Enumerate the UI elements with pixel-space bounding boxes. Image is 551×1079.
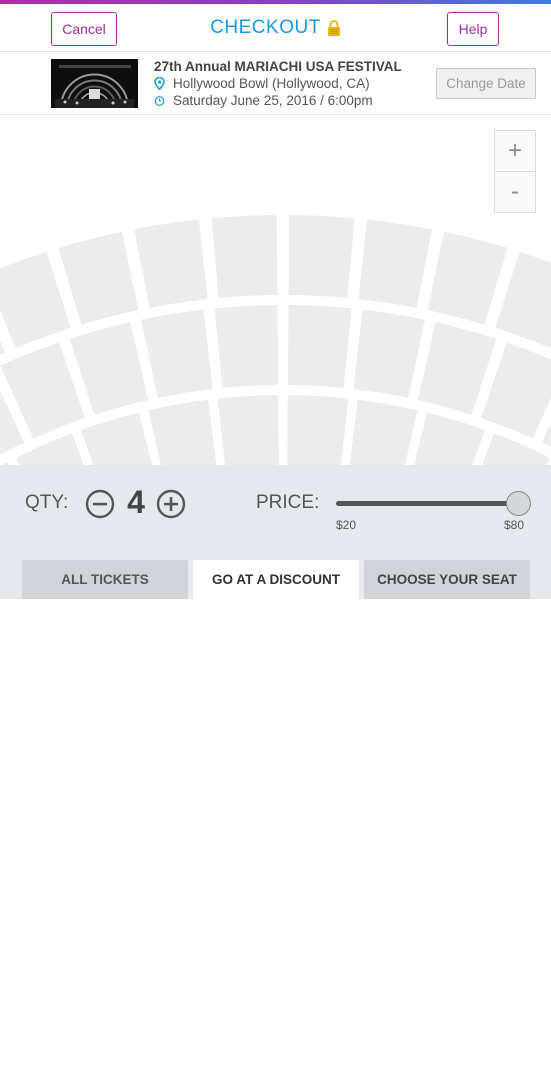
event-date-row: Saturday June 25, 2016 / 6:00pm [154, 93, 373, 108]
seat-section[interactable] [427, 231, 508, 325]
event-venue: Hollywood Bowl (Hollywood, CA) [173, 76, 370, 91]
seat-section[interactable] [141, 309, 213, 399]
seat-section[interactable] [353, 309, 425, 399]
zoom-out-button[interactable]: - [495, 171, 535, 211]
seat-section[interactable] [348, 399, 418, 465]
seat-section[interactable] [58, 231, 139, 325]
seat-section[interactable] [80, 412, 158, 465]
event-thumbnail [51, 59, 138, 108]
price-slider-track[interactable] [336, 501, 516, 506]
change-date-button[interactable]: Change Date [436, 68, 536, 99]
qty-decrease-button[interactable] [85, 489, 115, 519]
minus-circle-icon [85, 489, 115, 519]
price-slider-handle[interactable] [505, 491, 531, 516]
seat-section[interactable] [0, 251, 71, 349]
seat-section[interactable] [408, 412, 486, 465]
event-datetime: Saturday June 25, 2016 / 6:00pm [173, 93, 373, 108]
tab-go-at-a-discount[interactable]: GO AT A DISCOUNT [193, 560, 359, 599]
seat-section[interactable] [417, 322, 497, 415]
clock-icon [154, 94, 165, 107]
event-summary: 27th Annual MARIACHI USA FESTIVAL Hollyw… [0, 52, 551, 115]
help-button[interactable]: Help [447, 12, 499, 46]
zoom-controls: + - [494, 130, 536, 213]
seat-section[interactable] [69, 322, 149, 415]
event-venue-row: Hollywood Bowl (Hollywood, CA) [154, 76, 370, 91]
seat-map-sections[interactable] [0, 115, 551, 465]
checkout-header: Cancel CHECKOUT Help [0, 4, 551, 52]
seat-section[interactable] [495, 251, 551, 349]
qty-increase-button[interactable] [156, 489, 186, 519]
lock-icon [327, 20, 341, 36]
qty-label: QTY: [25, 492, 69, 513]
price-min-label: $20 [336, 518, 357, 532]
price-max-label: $80 [504, 518, 525, 532]
event-title: 27th Annual MARIACHI USA FESTIVAL [154, 59, 402, 74]
seat-section[interactable] [287, 395, 349, 465]
location-pin-icon [154, 76, 165, 91]
seat-map[interactable]: + - [0, 115, 551, 465]
tab-all-tickets[interactable]: ALL TICKETS [22, 560, 188, 599]
tab-choose-your-seat[interactable]: CHOOSE YOUR SEAT [364, 560, 530, 599]
checkout-title-text: CHECKOUT [210, 17, 321, 38]
seat-section[interactable] [480, 342, 551, 439]
seat-section[interactable] [358, 219, 432, 308]
ticket-filter-panel: QTY: 4 PRICE: $20 $80 ALL TICKETS GO AT … [0, 465, 551, 599]
seat-section[interactable] [288, 215, 355, 298]
seat-section[interactable] [134, 219, 208, 308]
seat-section[interactable] [287, 305, 352, 389]
seat-section[interactable] [214, 305, 279, 389]
seat-section[interactable] [148, 399, 218, 465]
plus-circle-icon [156, 489, 186, 519]
zoom-in-button[interactable]: + [495, 131, 535, 171]
seat-section[interactable] [217, 395, 279, 465]
qty-value: 4 [127, 484, 145, 520]
price-label: PRICE: [256, 492, 320, 513]
seat-section[interactable] [211, 215, 278, 298]
